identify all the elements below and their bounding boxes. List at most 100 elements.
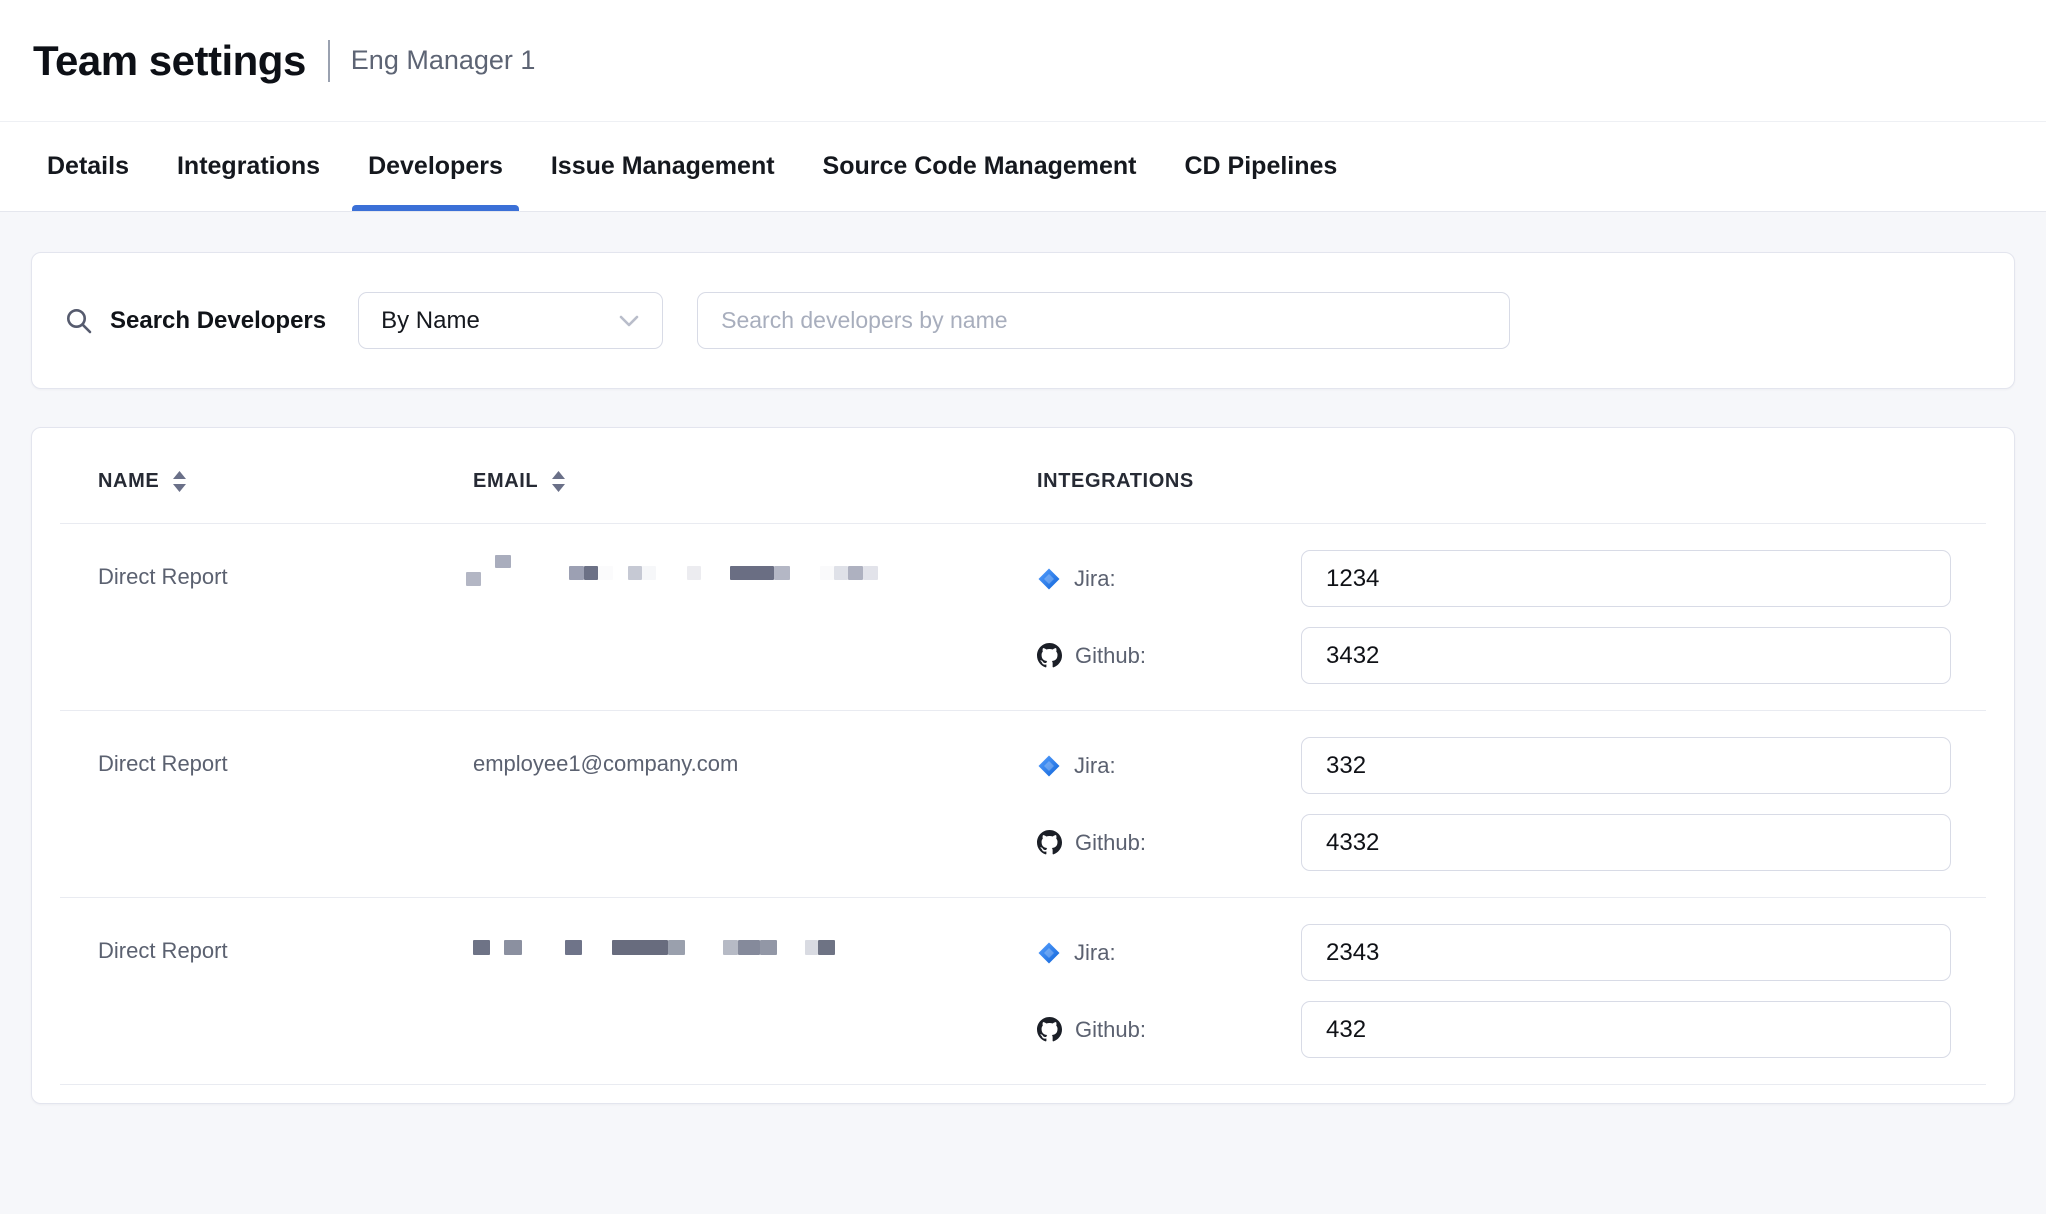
sort-arrows-icon — [172, 470, 187, 493]
redacted-email — [473, 558, 1037, 588]
redaction-block — [863, 566, 878, 580]
jira-diamond-icon — [1037, 941, 1061, 965]
jira-integration-row: Jira: — [1037, 924, 1951, 981]
table-header-row: NAME EMAIL — [60, 470, 1986, 524]
table-row: Direct Report — [60, 524, 1986, 711]
redaction-block — [565, 940, 582, 955]
jira-integration-row: Jira: — [1037, 550, 1951, 607]
jira-label: Jira: — [1074, 753, 1116, 779]
integrations-cell: Jira: Github: — [1037, 550, 1951, 684]
github-id-input[interactable] — [1301, 627, 1951, 684]
redaction-block — [569, 566, 584, 580]
email-column-label: EMAIL — [473, 470, 538, 493]
redaction-block — [584, 566, 598, 580]
team-settings-page: Team settings Eng Manager 1 Details Inte… — [0, 0, 2046, 1214]
chevron-down-icon — [618, 314, 640, 328]
column-header-email: EMAIL — [473, 470, 1037, 493]
column-header-integrations: INTEGRATIONS — [1037, 470, 1948, 493]
search-developers-input[interactable] — [697, 292, 1510, 349]
jira-id-input[interactable] — [1301, 737, 1951, 794]
jira-id-input[interactable] — [1301, 550, 1951, 607]
table-row: Direct Report — [60, 898, 1986, 1085]
redaction-block — [834, 566, 848, 580]
column-header-name: NAME — [98, 470, 473, 493]
redaction-block — [612, 940, 668, 955]
name-column-label: NAME — [98, 470, 159, 493]
integrations-column-label: INTEGRATIONS — [1037, 470, 1194, 493]
redaction-block — [738, 940, 760, 955]
jira-diamond-icon — [1037, 567, 1061, 591]
table-row: Direct Report employee1@company.com — [60, 711, 1986, 898]
redaction-block — [628, 566, 642, 580]
search-developers-label: Search Developers — [110, 307, 326, 335]
team-name-subtitle: Eng Manager 1 — [351, 45, 536, 76]
redaction-block — [466, 572, 481, 586]
jira-diamond-icon — [1037, 754, 1061, 778]
jira-label: Jira: — [1074, 940, 1116, 966]
github-label: Github: — [1075, 830, 1146, 856]
tab-issue-management[interactable]: Issue Management — [551, 122, 775, 211]
redaction-block — [805, 940, 818, 955]
jira-label: Jira: — [1074, 566, 1116, 592]
redaction-block — [598, 566, 613, 580]
jira-label-group: Jira: — [1037, 566, 1301, 592]
github-label-group: Github: — [1037, 643, 1301, 669]
search-label-group: Search Developers — [64, 306, 326, 336]
search-developers-panel: Search Developers By Name — [31, 252, 2015, 389]
github-id-input[interactable] — [1301, 814, 1951, 871]
tab-integrations[interactable]: Integrations — [177, 122, 320, 211]
tab-source-code-management[interactable]: Source Code Management — [823, 122, 1137, 211]
search-filter-selected-value: By Name — [381, 307, 480, 335]
redaction-block — [668, 940, 685, 955]
github-label: Github: — [1075, 643, 1146, 669]
github-mark-icon — [1037, 643, 1062, 668]
github-integration-row: Github: — [1037, 627, 1951, 684]
github-label-group: Github: — [1037, 830, 1301, 856]
content-area: Search Developers By Name NAME — [0, 212, 2046, 1214]
page-title: Team settings — [33, 37, 306, 85]
page-header: Team settings Eng Manager 1 — [0, 0, 2046, 122]
jira-label-group: Jira: — [1037, 753, 1301, 779]
redaction-block — [687, 566, 701, 580]
redacted-email — [473, 932, 1037, 962]
github-id-input[interactable] — [1301, 1001, 1951, 1058]
redaction-block — [774, 566, 790, 580]
github-mark-icon — [1037, 1017, 1062, 1042]
github-label-group: Github: — [1037, 1017, 1301, 1043]
developer-name: Direct Report — [98, 751, 473, 871]
github-integration-row: Github: — [1037, 814, 1951, 871]
jira-label-group: Jira: — [1037, 940, 1301, 966]
redaction-block — [473, 940, 490, 955]
developer-name: Direct Report — [98, 938, 473, 1058]
redaction-block — [760, 940, 777, 955]
jira-integration-row: Jira: — [1037, 737, 1951, 794]
tab-details[interactable]: Details — [47, 122, 129, 211]
redaction-block — [504, 940, 522, 955]
redaction-block — [495, 555, 511, 568]
github-label: Github: — [1075, 1017, 1146, 1043]
sort-by-email-button[interactable] — [551, 470, 566, 493]
search-icon — [64, 306, 94, 336]
redaction-block — [642, 566, 656, 580]
title-divider — [328, 40, 330, 82]
redaction-block — [820, 566, 834, 580]
sort-by-name-button[interactable] — [172, 470, 187, 493]
tab-developers[interactable]: Developers — [368, 122, 503, 211]
tab-cd-pipelines[interactable]: CD Pipelines — [1185, 122, 1338, 211]
sort-arrows-icon — [551, 470, 566, 493]
developer-name: Direct Report — [98, 564, 473, 684]
redaction-block — [730, 566, 774, 580]
search-filter-select[interactable]: By Name — [358, 292, 663, 349]
integrations-cell: Jira: Github: — [1037, 924, 1951, 1058]
developers-table: NAME EMAIL — [31, 427, 2015, 1104]
tab-bar: Details Integrations Developers Issue Ma… — [0, 122, 2046, 212]
integrations-cell: Jira: Github: — [1037, 737, 1951, 871]
table-rows-wrap: NAME EMAIL — [60, 470, 1986, 1085]
redaction-block — [848, 566, 863, 580]
github-mark-icon — [1037, 830, 1062, 855]
developer-email: employee1@company.com — [473, 751, 1037, 871]
github-integration-row: Github: — [1037, 1001, 1951, 1058]
redaction-block — [723, 940, 738, 955]
jira-id-input[interactable] — [1301, 924, 1951, 981]
redaction-block — [818, 940, 835, 955]
